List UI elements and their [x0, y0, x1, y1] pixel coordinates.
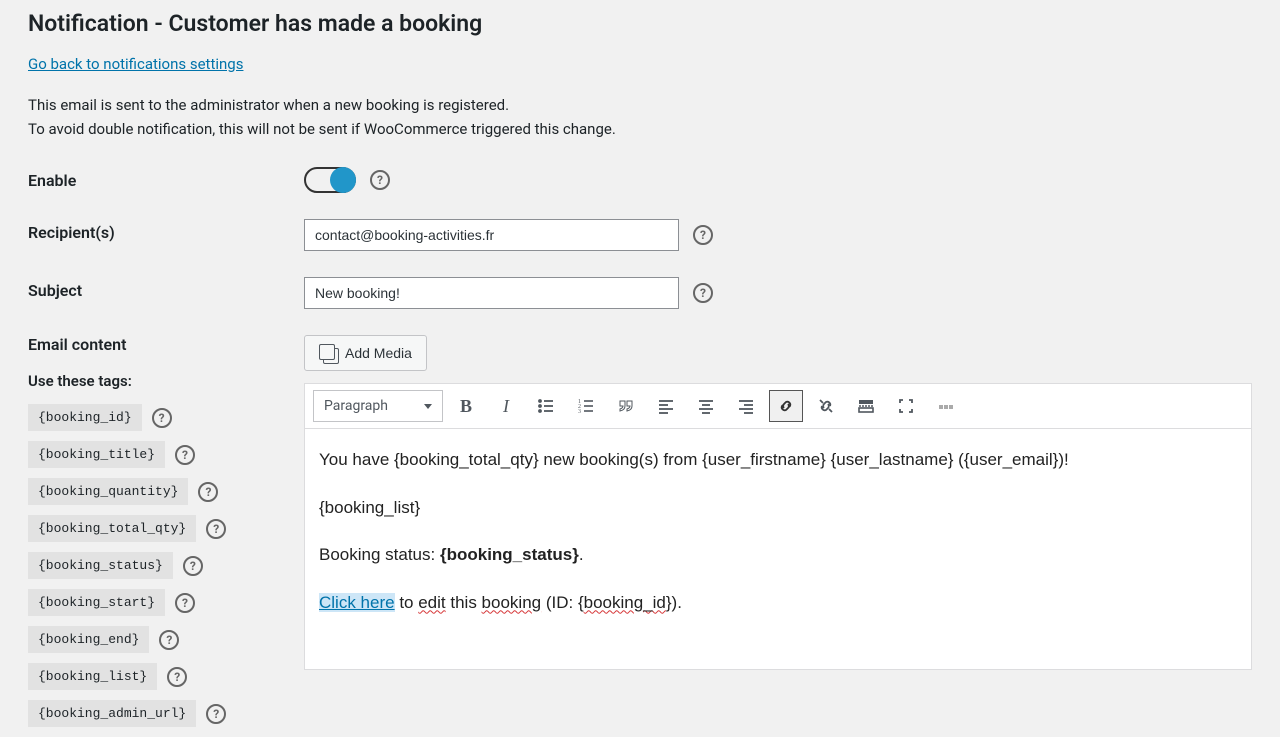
use-tags-label: Use these tags: [28, 372, 304, 390]
bullet-list-button[interactable] [529, 390, 563, 422]
click-here-link[interactable]: Click here [319, 593, 395, 612]
help-icon[interactable]: ? [167, 667, 187, 687]
help-icon[interactable]: ? [206, 519, 226, 539]
body-line-1: You have {booking_total_qty} new booking… [319, 447, 1237, 473]
help-icon[interactable]: ? [152, 408, 172, 428]
help-icon[interactable]: ? [693, 283, 713, 303]
tag-booking-end[interactable]: {booking_end} [28, 626, 149, 653]
svg-text:3: 3 [578, 409, 581, 415]
media-icon [319, 344, 337, 362]
tag-booking-quantity[interactable]: {booking_quantity} [28, 478, 188, 505]
help-icon[interactable]: ? [183, 556, 203, 576]
chevron-down-icon [424, 404, 432, 409]
unlink-button[interactable] [809, 390, 843, 422]
enable-toggle[interactable] [304, 167, 356, 193]
help-icon[interactable]: ? [693, 225, 713, 245]
tag-row: {booking_id} ? [28, 404, 304, 431]
page-title: Notification - Customer has made a booki… [28, 10, 1252, 37]
italic-button[interactable]: I [489, 390, 523, 422]
tag-booking-start[interactable]: {booking_start} [28, 589, 165, 616]
help-icon[interactable]: ? [370, 170, 390, 190]
subject-input[interactable] [304, 277, 679, 309]
help-icon[interactable]: ? [175, 445, 195, 465]
align-right-button[interactable] [729, 390, 763, 422]
editor-body[interactable]: You have {booking_total_qty} new booking… [305, 429, 1251, 669]
insert-more-button[interactable] [849, 390, 883, 422]
tag-booking-status[interactable]: {booking_status} [28, 552, 173, 579]
help-icon[interactable]: ? [175, 593, 195, 613]
tag-booking-total-qty[interactable]: {booking_total_qty} [28, 515, 196, 542]
recipients-input[interactable] [304, 219, 679, 251]
format-select[interactable]: Paragraph [313, 390, 443, 422]
fullscreen-button[interactable] [889, 390, 923, 422]
body-line-3: Booking status: {booking_status}. [319, 542, 1237, 568]
help-icon[interactable]: ? [198, 482, 218, 502]
align-left-button[interactable] [649, 390, 683, 422]
body-line-2: {booking_list} [319, 495, 1237, 521]
tag-booking-title[interactable]: {booking_title} [28, 441, 165, 468]
add-media-button[interactable]: Add Media [304, 335, 427, 371]
body-line-4: Click here to edit this booking (ID: {bo… [319, 590, 1237, 616]
enable-label: Enable [28, 167, 304, 190]
wysiwyg-editor: Paragraph B I 123 [304, 383, 1252, 670]
numbered-list-button[interactable]: 123 [569, 390, 603, 422]
tag-booking-id[interactable]: {booking_id} [28, 404, 142, 431]
tag-booking-admin-url[interactable]: {booking_admin_url} [28, 700, 196, 727]
bold-button[interactable]: B [449, 390, 483, 422]
editor-toolbar: Paragraph B I 123 [305, 384, 1251, 429]
help-icon[interactable]: ? [159, 630, 179, 650]
recipients-label: Recipient(s) [28, 219, 304, 242]
link-button[interactable] [769, 390, 803, 422]
back-link[interactable]: Go back to notifications settings [28, 55, 243, 73]
tag-booking-list[interactable]: {booking_list} [28, 663, 157, 690]
toolbar-toggle-button[interactable] [929, 390, 963, 422]
align-center-button[interactable] [689, 390, 723, 422]
subject-label: Subject [28, 277, 304, 300]
blockquote-button[interactable] [609, 390, 643, 422]
email-content-label: Email content [28, 335, 304, 354]
description: This email is sent to the administrator … [28, 93, 1252, 141]
help-icon[interactable]: ? [206, 704, 226, 724]
